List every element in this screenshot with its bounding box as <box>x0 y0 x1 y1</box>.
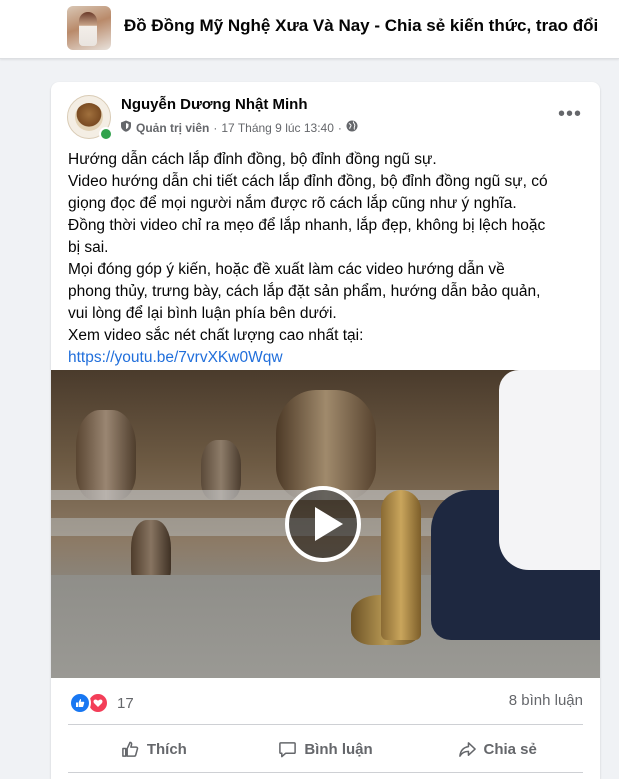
bronze-urn-left <box>76 410 136 500</box>
meta-separator-2: · <box>337 120 342 135</box>
share-arrow-icon <box>458 740 477 759</box>
post-text: Hướng dẫn cách lắp đỉnh đồng, bộ đỉnh đồ… <box>68 149 588 369</box>
video-player[interactable] <box>51 370 600 678</box>
person-shirt <box>499 370 600 570</box>
post-line: giọng đọc để mọi người nắm được rõ cách … <box>68 195 517 212</box>
post-line: Hướng dẫn cách lắp đỉnh đồng, bộ đỉnh đồ… <box>68 151 437 168</box>
like-label: Thích <box>146 740 187 758</box>
play-button[interactable] <box>285 486 361 562</box>
post-line: bị sai. <box>68 239 109 256</box>
comment-button[interactable]: Bình luận <box>240 730 412 768</box>
share-label: Chia sẻ <box>483 740 537 758</box>
reactions-summary[interactable]: 17 <box>69 692 134 714</box>
comment-bubble-icon <box>278 740 297 759</box>
admin-shield-icon <box>120 120 132 135</box>
thumbs-up-icon <box>121 740 140 759</box>
comment-label: Bình luận <box>304 740 373 758</box>
comment-count[interactable]: 8 bình luận <box>509 692 583 709</box>
post-line: phong thủy, trưng bày, cách lắp đặt sản … <box>68 283 541 300</box>
more-options-button[interactable]: ••• <box>552 100 588 128</box>
post-line: Xem video sắc nét chất lượng cao nhất tạ… <box>68 327 364 344</box>
post-line: Video hướng dẫn chi tiết cách lắp đỉnh đ… <box>68 173 548 190</box>
avatar-image <box>75 103 103 131</box>
reaction-count[interactable]: 17 <box>117 695 134 712</box>
post-line: Mọi đóng góp ý kiến, hoặc đề xuất làm cá… <box>68 261 505 278</box>
play-icon <box>315 507 343 541</box>
divider-bottom <box>68 772 583 773</box>
bronze-crane <box>381 490 421 640</box>
post-timestamp[interactable]: 17 Tháng 9 lúc 13:40 <box>221 121 334 135</box>
post-meta: Quản trị viên · 17 Tháng 9 lúc 13:40 · <box>120 120 358 135</box>
group-header: Đồ Đồng Mỹ Nghệ Xưa Và Nay - Chia sẻ kiế… <box>0 0 619 59</box>
group-cover-image[interactable] <box>67 6 111 50</box>
group-title[interactable]: Đồ Đồng Mỹ Nghệ Xưa Và Nay - Chia sẻ kiế… <box>124 16 598 36</box>
cover-person-figure <box>79 12 97 46</box>
like-button[interactable]: Thích <box>68 730 240 768</box>
online-status-dot <box>99 127 113 141</box>
author-name[interactable]: Nguyễn Dương Nhật Minh <box>121 96 308 113</box>
like-icon <box>69 692 91 714</box>
bronze-urn-center <box>276 390 376 500</box>
youtube-link[interactable]: https://youtu.be/7vrvXKw0Wqw <box>68 349 283 366</box>
meta-separator: · <box>213 120 218 135</box>
share-button[interactable]: Chia sẻ <box>411 730 583 768</box>
divider <box>68 724 583 725</box>
post-card: Nguyễn Dương Nhật Minh Quản trị viên · 1… <box>51 82 600 779</box>
post-line: vui lòng để lại bình luận phía bên dưới. <box>68 305 337 322</box>
post-actions: Thích Bình luận Chia sẻ <box>68 730 583 768</box>
globe-icon[interactable] <box>346 120 358 135</box>
author-role[interactable]: Quản trị viên <box>136 121 209 135</box>
post-line: Đồng thời video chỉ ra mẹo để lắp nhanh,… <box>68 217 546 234</box>
